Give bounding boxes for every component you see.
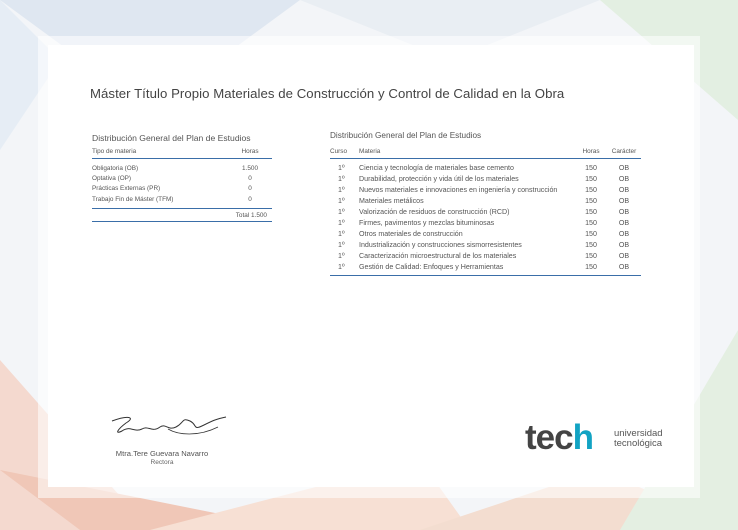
signatory-name: Mtra.Tere Guevara Navarro <box>115 449 209 458</box>
detail-cell-materia: Gestión de Calidad: Enfoques y Herramien… <box>359 263 504 271</box>
summary-cell-hours: 0 <box>248 175 252 183</box>
detail-row: 1º Materiales metálicos 150 OB <box>330 196 641 207</box>
detail-cell-curso: 1º <box>338 230 345 238</box>
signature-image <box>111 416 227 435</box>
detail-col-horas: Horas <box>582 148 600 155</box>
detail-cell-materia: Otros materiales de construcción <box>359 230 463 238</box>
logo-wordmark: tech <box>525 418 594 457</box>
summary-row: Obligatoria (OB) 1.500 <box>92 163 272 173</box>
detail-cell-caracter: OB <box>618 186 630 194</box>
detail-cell-curso: 1º <box>338 208 345 216</box>
summary-row: Trabajo Fin de Máster (TFM) 0 <box>92 194 272 204</box>
detail-cell-materia: Caracterización microestructural de los … <box>359 252 517 260</box>
summary-table-title: Distribución General del Plan de Estudio… <box>92 133 251 143</box>
detail-cell-caracter: OB <box>618 230 630 238</box>
detail-cell-caracter: OB <box>618 241 630 249</box>
detail-cell-materia: Ciencia y tecnología de materiales base … <box>359 164 514 172</box>
detail-table-title: Distribución General del Plan de Estudio… <box>330 131 482 140</box>
detail-cell-curso: 1º <box>338 219 345 227</box>
detail-cell-caracter: OB <box>618 197 630 205</box>
detail-cell-horas: 150 <box>585 186 597 194</box>
detail-row: 1º Nuevos materiales e innovaciones en in… <box>330 185 641 196</box>
detail-cell-caracter: OB <box>618 252 630 260</box>
detail-row: 1º Valorización de residuos de construcci… <box>330 207 641 218</box>
detail-cell-caracter: OB <box>618 263 630 271</box>
logo-subtitle: universidad tecnológica <box>614 428 663 449</box>
detail-cell-curso: 1º <box>338 175 345 183</box>
detail-cell-horas: 150 <box>585 263 597 271</box>
detail-cell-materia: Valorización de residuos de construcción… <box>359 208 510 216</box>
detail-row: 1º Otros materiales de construcción 150 OB <box>330 229 641 240</box>
detail-cell-caracter: OB <box>618 175 630 183</box>
summary-cell-type: Trabajo Fin de Máster (TFM) <box>92 195 174 203</box>
summary-header-row: Tipo de materia Horas <box>92 148 272 159</box>
detail-cell-horas: 150 <box>585 175 597 183</box>
detail-cell-caracter: OB <box>618 219 630 227</box>
detail-row: 1º Durabilidad, protección y vida útil de… <box>330 174 641 185</box>
summary-cell-type: Obligatoria (OB) <box>92 164 139 172</box>
detail-cell-curso: 1º <box>338 186 345 194</box>
summary-cell-hours: 0 <box>248 185 252 193</box>
detail-row: 1º Firmes, pavimentos y mezclas bituminos… <box>330 218 641 229</box>
detail-cell-horas: 150 <box>585 230 597 238</box>
detail-cell-materia: Materiales metálicos <box>359 197 424 205</box>
summary-total: Total 1.500 <box>92 209 272 222</box>
summary-body: Obligatoria (OB) 1.500 Optativa (OP) 0 Práct… <box>92 159 272 209</box>
summary-table: Tipo de materia Horas Obligatoria (OB) 1.… <box>92 148 272 222</box>
detail-cell-horas: 150 <box>585 208 597 216</box>
detail-cell-horas: 150 <box>585 219 597 227</box>
detail-col-curso: Curso <box>330 148 348 155</box>
detail-cell-horas: 150 <box>585 241 597 249</box>
detail-body: 1º Ciencia y tecnología de materiales bas… <box>330 159 641 276</box>
detail-cell-horas: 150 <box>585 252 597 260</box>
detail-cell-caracter: OB <box>618 208 630 216</box>
detail-table: Curso Materia Horas Carácter 1º Ciencia y… <box>330 148 641 276</box>
summary-col-hours: Horas <box>241 148 259 155</box>
signatory-role: Rectora <box>150 459 174 466</box>
detail-col-materia: Materia <box>359 148 381 155</box>
detail-cell-horas: 150 <box>585 197 597 205</box>
detail-cell-materia: Nuevos materiales e innovaciones en inge… <box>359 186 558 194</box>
detail-row: 1º Ciencia y tecnología de materiales bas… <box>330 163 641 174</box>
summary-cell-type: Prácticas Externas (PR) <box>92 185 161 193</box>
detail-cell-caracter: OB <box>618 164 630 172</box>
summary-cell-type: Optativa (OP) <box>92 175 132 183</box>
summary-col-type: Tipo de materia <box>92 148 137 155</box>
detail-header-row: Curso Materia Horas Carácter <box>330 148 641 159</box>
summary-row: Prácticas Externas (PR) 0 <box>92 184 272 194</box>
detail-row: 1º Industrialización y construcciones sis… <box>330 240 641 251</box>
summary-cell-hours: 1.500 <box>242 164 258 172</box>
detail-cell-curso: 1º <box>338 241 345 249</box>
detail-col-caracter: Carácter <box>611 148 637 155</box>
detail-cell-curso: 1º <box>338 164 345 172</box>
program-title: Máster Título Propio Materiales de Const… <box>90 86 565 101</box>
detail-cell-curso: 1º <box>338 252 345 260</box>
detail-cell-curso: 1º <box>338 263 345 271</box>
detail-cell-materia: Firmes, pavimentos y mezclas bituminosas <box>359 219 495 227</box>
university-logo: tech universidad tecnológica <box>525 418 663 458</box>
detail-cell-materia: Industrialización y construcciones sismo… <box>359 241 522 249</box>
detail-cell-horas: 150 <box>585 164 597 172</box>
detail-cell-curso: 1º <box>338 197 345 205</box>
detail-row: 1º Caracterización microestructural de lo… <box>330 251 641 262</box>
summary-cell-hours: 0 <box>248 195 252 203</box>
summary-row: Optativa (OP) 0 <box>92 173 272 183</box>
detail-row: 1º Gestión de Calidad: Enfoques y Herrami… <box>330 262 641 273</box>
detail-cell-materia: Durabilidad, protección y vida útil de l… <box>359 175 519 183</box>
